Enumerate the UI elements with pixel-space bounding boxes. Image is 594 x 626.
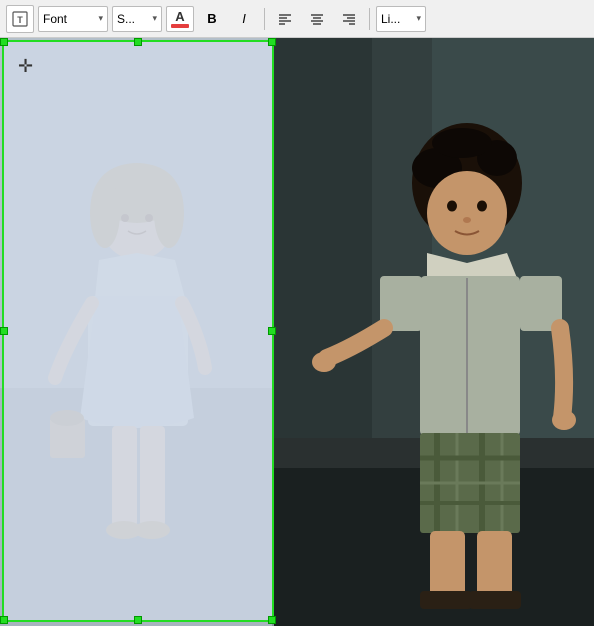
move-cursor-icon: ✛ [18, 56, 33, 77]
align-left-icon [278, 12, 292, 26]
lines-dropdown-arrow: ▾ [416, 13, 421, 24]
resize-handle-bottom-center[interactable] [134, 616, 142, 624]
size-dropdown-arrow: ▾ [152, 13, 157, 24]
italic-button[interactable]: I [230, 6, 258, 32]
color-label: A [175, 10, 184, 23]
resize-handle-top-left[interactable] [0, 38, 8, 46]
text-tool-icon: T [12, 11, 28, 27]
font-label: Font [43, 12, 67, 26]
size-label: S... [117, 12, 135, 26]
font-dropdown-arrow: ▾ [98, 13, 103, 24]
resize-handle-middle-right[interactable] [268, 327, 276, 335]
resize-handle-bottom-right[interactable] [268, 616, 276, 624]
size-dropdown[interactable]: S... ▾ [112, 6, 162, 32]
align-right-icon [342, 12, 356, 26]
font-dropdown[interactable]: Font ▾ [38, 6, 108, 32]
color-button[interactable]: A [166, 6, 194, 32]
divider-2 [369, 8, 370, 30]
toolbar: T Font ▾ S... ▾ A B I [0, 0, 594, 38]
align-left-button[interactable] [271, 6, 299, 32]
italic-label: I [242, 11, 246, 26]
resize-handle-middle-left[interactable] [0, 327, 8, 335]
bold-button[interactable]: B [198, 6, 226, 32]
resize-handle-top-right[interactable] [268, 38, 276, 46]
align-center-button[interactable] [303, 6, 331, 32]
photo-right [272, 38, 594, 626]
color-bar [171, 24, 189, 28]
right-photo-svg [272, 38, 594, 626]
align-right-button[interactable] [335, 6, 363, 32]
resize-handle-bottom-left[interactable] [0, 616, 8, 624]
text-box-selected[interactable]: ✛ [2, 40, 274, 622]
resize-handle-top-center[interactable] [134, 38, 142, 46]
divider-1 [264, 8, 265, 30]
align-center-icon [310, 12, 324, 26]
lines-label: Li... [381, 12, 400, 26]
line-spacing-dropdown[interactable]: Li... ▾ [376, 6, 426, 32]
text-tool-button[interactable]: T [6, 5, 34, 33]
bold-label: B [207, 11, 216, 26]
svg-text:T: T [17, 15, 23, 25]
canvas-area: ✛ [0, 38, 594, 626]
